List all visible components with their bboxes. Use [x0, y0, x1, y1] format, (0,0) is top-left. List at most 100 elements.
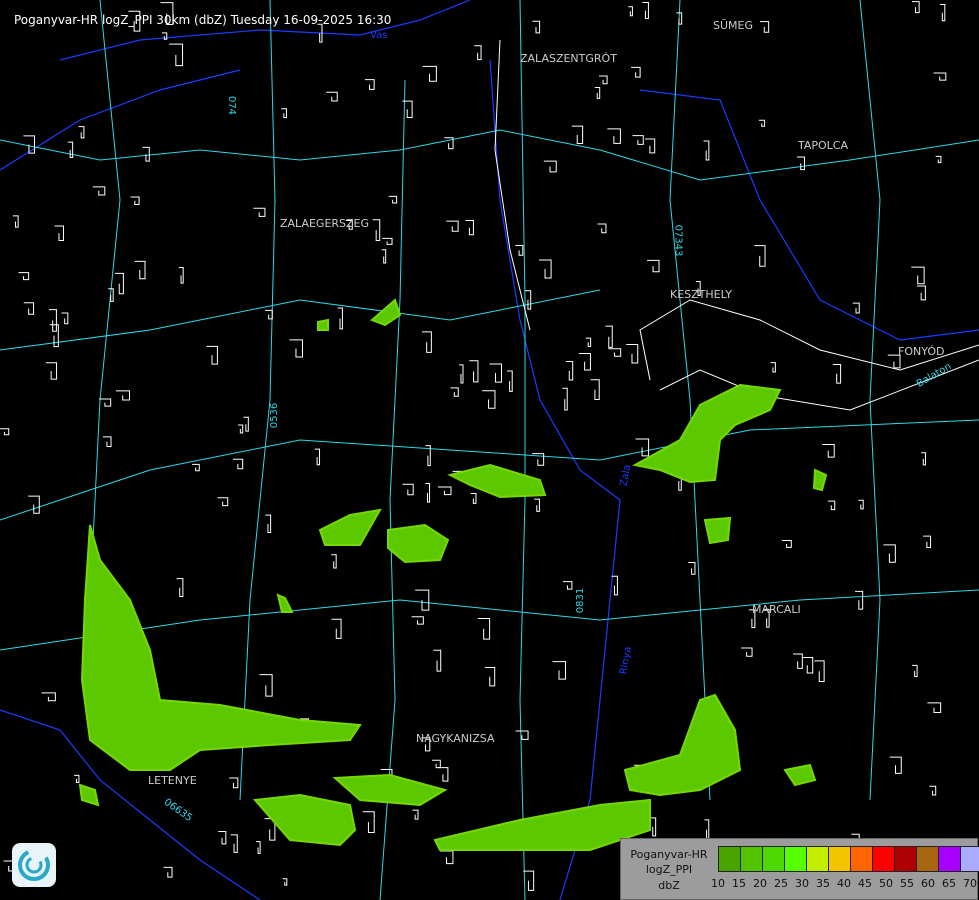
radar-echo [78, 783, 100, 807]
river [59, 0, 471, 61]
settlement [814, 660, 825, 683]
settlement [793, 653, 803, 669]
legend-tick-label: 25 [774, 877, 788, 890]
legend-tick-label: 55 [900, 877, 914, 890]
legend-swatch [873, 847, 895, 871]
settlement [571, 125, 584, 144]
road [239, 0, 276, 801]
legend-tick-label: 20 [753, 877, 767, 890]
settlement [281, 108, 287, 119]
radar-echo [703, 516, 732, 545]
settlement [855, 590, 864, 610]
settlement [552, 661, 567, 680]
settlement [645, 138, 656, 154]
settlement [532, 20, 541, 34]
settlement [217, 497, 229, 507]
settlement [289, 339, 303, 358]
settlement [206, 345, 218, 365]
settlement [912, 664, 918, 677]
settlement [54, 225, 64, 241]
settlement [507, 370, 513, 392]
settlement [538, 259, 552, 279]
settlement [477, 617, 491, 640]
settlement [889, 756, 902, 774]
settlement [23, 302, 35, 315]
legend-color-scale [718, 846, 979, 872]
settlement [229, 777, 239, 789]
settlement [534, 498, 540, 512]
radar-echo [447, 463, 547, 499]
settlement [929, 785, 937, 796]
settlement [12, 215, 19, 228]
town-label: NAGYKANIZSA [416, 732, 495, 745]
town-label: TAPOLCA [798, 139, 849, 152]
settlement [939, 4, 946, 22]
settlement [178, 267, 184, 284]
radar-echo [387, 523, 450, 564]
settlement [99, 398, 112, 407]
settlement [45, 362, 58, 380]
settlement [362, 811, 375, 834]
settlement [422, 65, 437, 82]
legend-tick-label: 35 [816, 877, 830, 890]
settlement [265, 514, 272, 534]
settlement [933, 72, 947, 81]
settlement [703, 140, 710, 161]
settlement [482, 390, 496, 409]
settlement [599, 75, 608, 85]
settlement [923, 535, 932, 548]
settlement [134, 260, 146, 280]
settlement [626, 343, 639, 364]
settlement [822, 443, 835, 458]
settlement [381, 249, 387, 264]
road-label: 0831 [575, 587, 587, 614]
settlement [605, 325, 613, 348]
settlement [608, 348, 622, 357]
settlement [927, 702, 942, 714]
settlement [388, 195, 398, 204]
legend-tick-label: 60 [921, 877, 935, 890]
settlement [41, 692, 56, 702]
legend-swatch [807, 847, 829, 871]
legend-swatch [741, 847, 763, 871]
legend-product: logZ_PPI [645, 863, 693, 876]
settlement [411, 616, 424, 625]
settlement [450, 387, 459, 397]
legend-swatch [895, 847, 917, 871]
settlement [759, 21, 770, 33]
town-label: LETENYE [148, 774, 197, 787]
town-label: SÜMEG [713, 19, 753, 32]
river [639, 89, 979, 341]
settlement [594, 87, 601, 99]
settlement [858, 499, 864, 510]
settlement [382, 237, 393, 245]
settlement [465, 220, 474, 236]
settlement [28, 495, 40, 514]
settlement [142, 146, 150, 162]
settlement [337, 307, 343, 330]
radar-echo [433, 798, 651, 851]
legend-tick-label: 65 [942, 877, 956, 890]
settlement [230, 834, 238, 853]
settlement [484, 667, 496, 687]
settlement [827, 500, 836, 511]
settlement [256, 841, 261, 854]
legend-tick-label: 10 [711, 877, 725, 890]
settlement [18, 272, 30, 281]
settlement [331, 618, 342, 639]
town-label: MARCALI [752, 603, 801, 616]
settlement [470, 492, 477, 504]
radar-map: Poganyvar-HR logZ_PPI 30km (dbZ) Tuesday… [0, 0, 979, 900]
legend-radar-name: Poganyvar-HR [630, 848, 708, 861]
settlement [92, 186, 106, 196]
legend-tick-label: 45 [858, 877, 872, 890]
settlement [253, 207, 266, 217]
settlement [458, 364, 464, 384]
legend-tick-label: 40 [837, 877, 851, 890]
road-label: 0536 [269, 402, 281, 429]
settlement [282, 878, 288, 886]
settlement [515, 245, 524, 256]
radar-echo [318, 508, 382, 546]
map-title: Poganyvar-HR logZ_PPI 30km (dbZ) Tuesday… [14, 13, 392, 27]
town-label: ZALASZENTGRÓT [520, 52, 617, 65]
